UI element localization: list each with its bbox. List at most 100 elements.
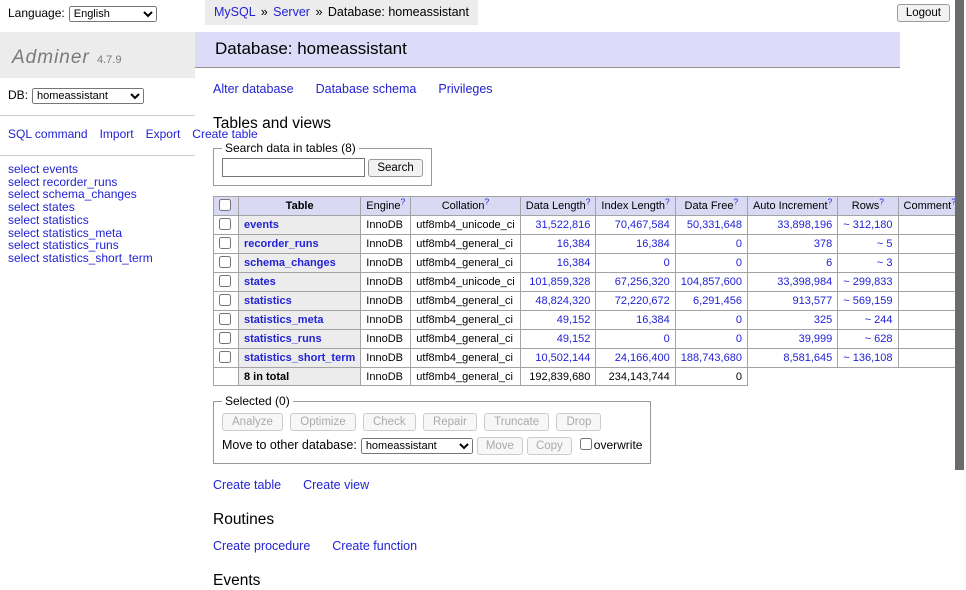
total-data-free: 0: [675, 368, 747, 386]
cell-rows: ~ 628: [838, 330, 898, 349]
repair-button[interactable]: Repair: [423, 413, 477, 431]
row-checkbox[interactable]: [219, 332, 231, 344]
help-icon[interactable]: ?: [586, 196, 591, 206]
cell-data-free: 0: [675, 254, 747, 273]
language-select[interactable]: English: [69, 6, 157, 22]
row-checkbox[interactable]: [219, 256, 231, 268]
table-name-link[interactable]: statistics_short_term: [244, 352, 355, 364]
sidebar-item-select-events[interactable]: select events: [8, 163, 187, 176]
help-icon[interactable]: ?: [485, 196, 490, 206]
help-icon[interactable]: ?: [733, 196, 738, 206]
database-schema-link[interactable]: Database schema: [316, 82, 417, 96]
db-select[interactable]: homeassistant: [32, 88, 144, 104]
cell-rows: ~ 312,180: [838, 216, 898, 235]
cell-comment: [898, 273, 961, 292]
cell-comment: [898, 349, 961, 368]
row-checkbox[interactable]: [219, 313, 231, 325]
cell-auto-increment: 33,898,196: [747, 216, 837, 235]
row-checkbox[interactable]: [219, 218, 231, 230]
overwrite-checkbox[interactable]: [580, 438, 592, 450]
database-links: Alter database Database schema Privileges: [213, 82, 900, 96]
cell-rows: ~ 3: [838, 254, 898, 273]
cell-engine: InnoDB: [361, 235, 411, 254]
create-procedure-link[interactable]: Create procedure: [213, 539, 310, 553]
table-name-link[interactable]: recorder_runs: [244, 238, 319, 250]
table-name-link[interactable]: statistics: [244, 295, 292, 307]
column-header-collation: Collation: [442, 200, 485, 212]
cell-auto-increment: 33,398,984: [747, 273, 837, 292]
export-link[interactable]: Export: [146, 127, 181, 141]
cell-comment: [898, 292, 961, 311]
table-name-link[interactable]: statistics_meta: [244, 314, 324, 326]
sidebar-item-select-statistics-short-term[interactable]: select statistics_short_term: [8, 252, 187, 265]
cell-engine: InnoDB: [361, 254, 411, 273]
sidebar-item-select-statistics[interactable]: select statistics: [8, 214, 187, 227]
move-button[interactable]: Move: [477, 437, 523, 455]
cell-index-length: 0: [596, 254, 675, 273]
sidebar-actions: SQL commandImportExportCreate table: [0, 116, 195, 156]
create-table-link-bottom[interactable]: Create table: [213, 478, 281, 492]
copy-button[interactable]: Copy: [527, 437, 572, 455]
cell-collation: utf8mb4_general_ci: [411, 349, 520, 368]
cell-data-length: 101,859,328: [520, 273, 596, 292]
help-icon[interactable]: ?: [828, 196, 833, 206]
import-link[interactable]: Import: [100, 127, 134, 141]
cell-index-length: 72,220,672: [596, 292, 675, 311]
check-button[interactable]: Check: [363, 413, 416, 431]
breadcrumb-separator: »: [313, 5, 324, 19]
optimize-button[interactable]: Optimize: [290, 413, 355, 431]
cell-rows: ~ 299,833: [838, 273, 898, 292]
drop-button[interactable]: Drop: [556, 413, 601, 431]
create-view-link[interactable]: Create view: [303, 478, 369, 492]
sql-command-link[interactable]: SQL command: [8, 127, 88, 141]
breadcrumb-server-link[interactable]: Server: [273, 5, 310, 19]
cell-data-free: 0: [675, 311, 747, 330]
privileges-link[interactable]: Privileges: [438, 82, 492, 96]
truncate-button[interactable]: Truncate: [484, 413, 549, 431]
row-checkbox[interactable]: [219, 237, 231, 249]
search-input[interactable]: [222, 158, 365, 177]
sidebar-item-select-states[interactable]: select states: [8, 201, 187, 214]
column-header-auto-increment: Auto Increment: [753, 200, 828, 212]
table-row: statistics_short_termInnoDButf8mb4_gener…: [214, 349, 962, 368]
cell-index-length: 16,384: [596, 311, 675, 330]
cell-data-length: 48,824,320: [520, 292, 596, 311]
move-db-select[interactable]: homeassistant: [361, 438, 473, 454]
table-row: statisticsInnoDButf8mb4_general_ci48,824…: [214, 292, 962, 311]
row-checkbox[interactable]: [219, 351, 231, 363]
table-header-row: Table Engine? Collation? Data Length? In…: [214, 197, 962, 216]
cell-collation: utf8mb4_general_ci: [411, 311, 520, 330]
language-label: Language:: [8, 6, 65, 20]
cell-data-length: 49,152: [520, 311, 596, 330]
breadcrumb-separator: »: [259, 5, 270, 19]
search-button[interactable]: Search: [368, 159, 422, 177]
cell-engine: InnoDB: [361, 292, 411, 311]
table-name-link[interactable]: schema_changes: [244, 257, 336, 269]
row-checkbox[interactable]: [219, 294, 231, 306]
help-icon[interactable]: ?: [879, 196, 884, 206]
create-function-link[interactable]: Create function: [332, 539, 417, 553]
main-content: MySQL » Server » Database: homeassistant…: [195, 0, 900, 590]
select-all-checkbox[interactable]: [219, 199, 231, 211]
cell-comment: [898, 254, 961, 273]
table-name-link[interactable]: events: [244, 219, 279, 231]
table-name-link[interactable]: statistics_runs: [244, 333, 322, 345]
cell-comment: [898, 235, 961, 254]
logout-button[interactable]: Logout: [897, 4, 950, 22]
row-checkbox[interactable]: [219, 275, 231, 287]
column-header-comment: Comment: [904, 200, 952, 212]
cell-data-length: 16,384: [520, 254, 596, 273]
breadcrumb-mysql-link[interactable]: MySQL: [214, 5, 255, 19]
sidebar-tables: select events select recorder_runs selec…: [0, 156, 195, 272]
analyze-button[interactable]: Analyze: [222, 413, 283, 431]
help-icon[interactable]: ?: [665, 196, 670, 206]
help-icon[interactable]: ?: [401, 196, 406, 206]
scrollbar-thumb[interactable]: [955, 0, 964, 470]
cell-index-length: 67,256,320: [596, 273, 675, 292]
cell-auto-increment: 378: [747, 235, 837, 254]
cell-data-length: 16,384: [520, 235, 596, 254]
app-version: 4.7.9: [97, 54, 121, 66]
alter-database-link[interactable]: Alter database: [213, 82, 294, 96]
table-name-link[interactable]: states: [244, 276, 276, 288]
cell-data-length: 31,522,816: [520, 216, 596, 235]
